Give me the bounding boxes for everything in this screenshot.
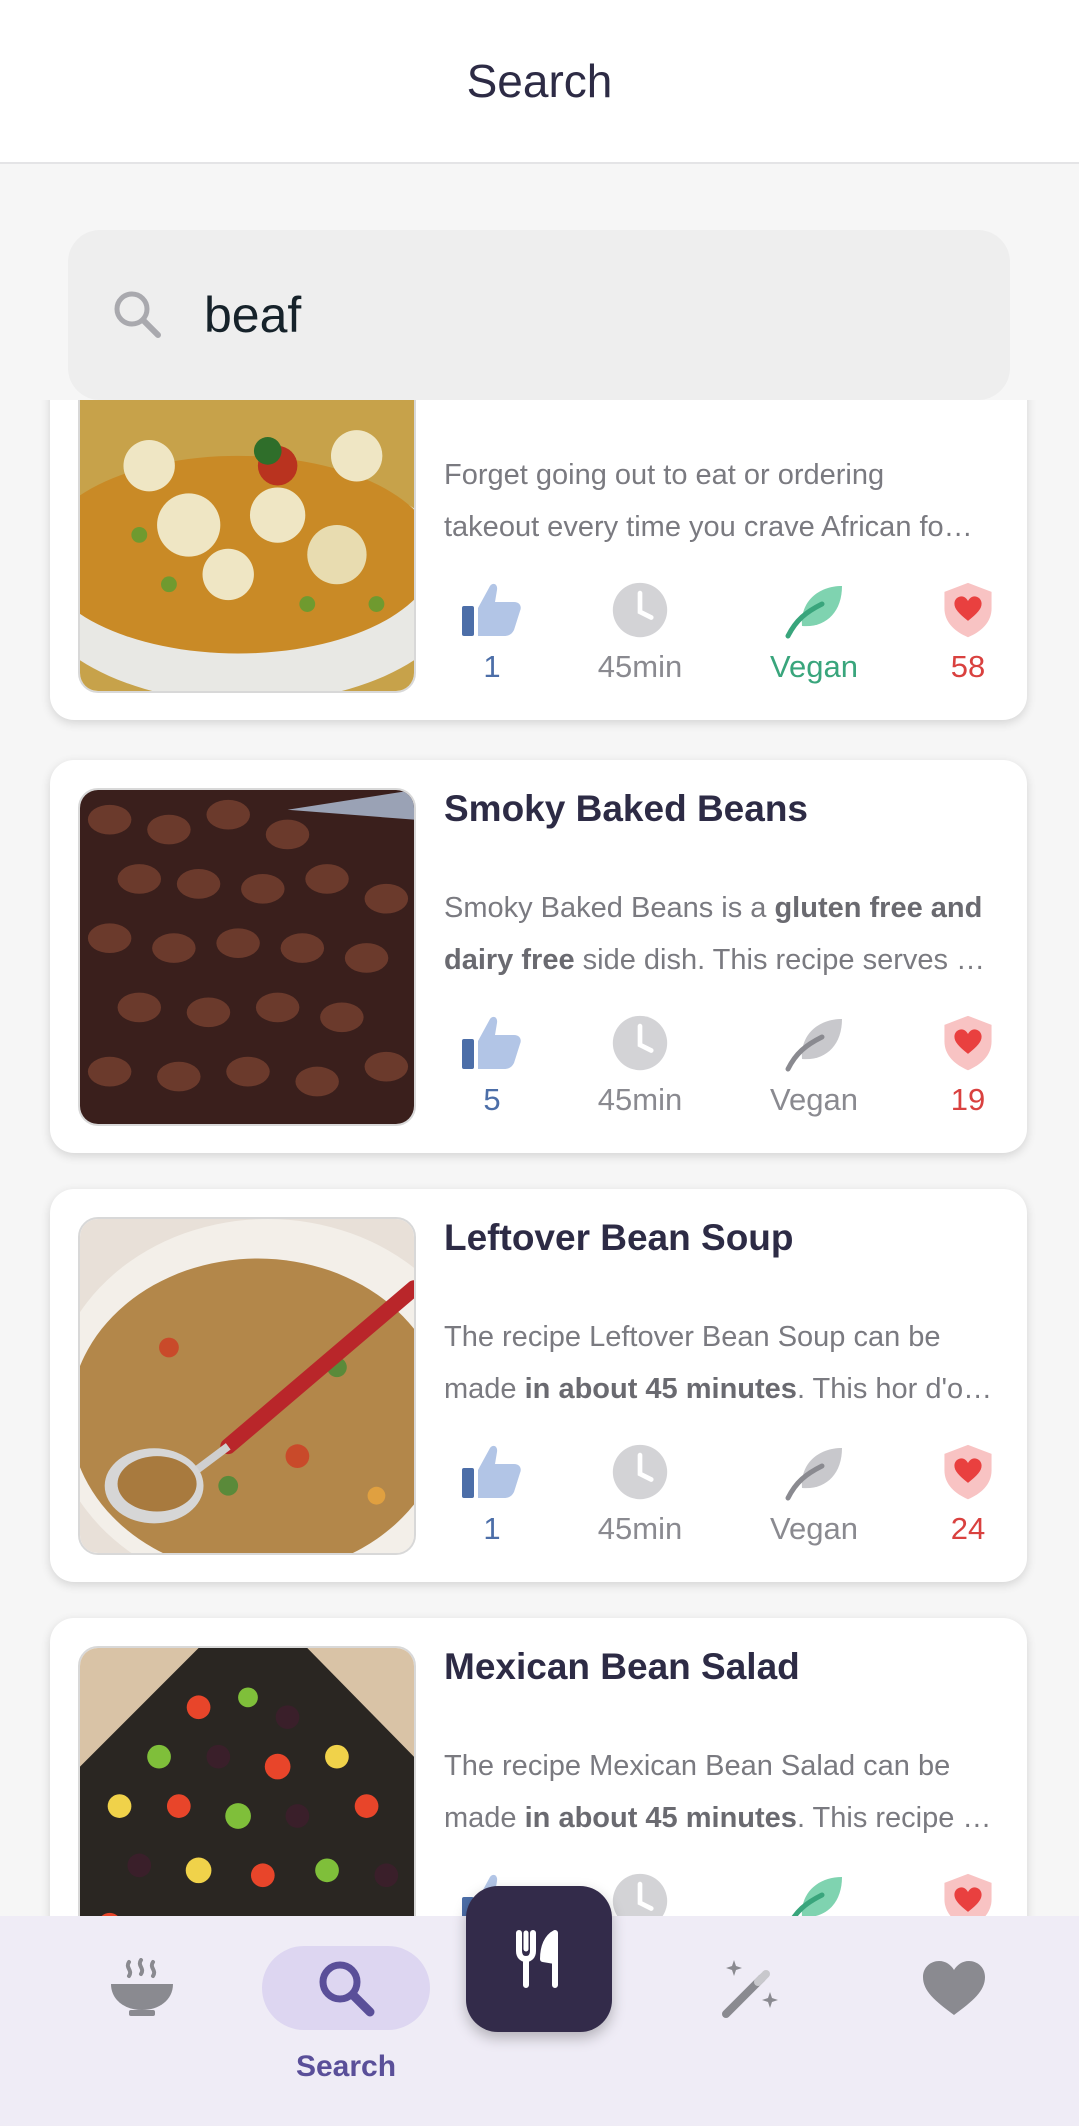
page-title: Search <box>466 55 613 107</box>
clock-icon <box>610 1871 670 1916</box>
recipe-image <box>78 788 416 1126</box>
heart-shield-icon[interactable] <box>939 579 997 641</box>
recipe-card[interactable]: Leftover Bean Soup The recipe Leftover B… <box>50 1189 1027 1582</box>
search-icon <box>319 1961 375 2017</box>
leaf-icon <box>782 578 846 642</box>
recipe-list[interactable]: Forget going out to eat or ordering take… <box>0 400 1079 1916</box>
favorite-stat[interactable] <box>908 1868 1028 1916</box>
recipe-title: Mexican Bean Salad <box>444 1646 800 1687</box>
recipe-image <box>78 1646 416 1916</box>
nav-item-favorites[interactable] <box>870 1916 1038 2126</box>
recipe-title: Leftover Bean Soup <box>444 1217 794 1258</box>
recipe-card[interactable]: Mexican Bean Salad The recipe Mexican Be… <box>50 1618 1027 1916</box>
nav-item-home[interactable] <box>58 1916 226 2126</box>
recipe-image <box>78 400 416 693</box>
recipe-card[interactable]: Forget going out to eat or ordering take… <box>50 400 1027 720</box>
likes-stat: 1 <box>432 577 552 685</box>
leaf-icon <box>782 1869 846 1916</box>
nav-search-label: Search <box>295 2050 397 2083</box>
recipe-description: The recipe Mexican Bean Salad can be mad… <box>444 1750 992 1834</box>
likes-stat: 1 <box>432 1439 552 1547</box>
recipes-fab-button[interactable] <box>466 1886 612 2032</box>
vegan-stat <box>754 1868 874 1916</box>
time-stat: 45min <box>580 1010 700 1118</box>
time-stat: 45min <box>580 1439 700 1547</box>
heart-shield-icon[interactable] <box>939 1012 997 1074</box>
clock-icon <box>610 580 670 640</box>
top-app-bar: Search <box>0 0 1079 164</box>
magic-wand-icon <box>722 1960 778 2018</box>
search-icon <box>114 291 161 338</box>
thumbs-up-icon <box>460 1011 524 1075</box>
search-input[interactable]: beaf <box>204 286 301 344</box>
favorite-stat[interactable]: 19 <box>908 1010 1028 1118</box>
recipe-title: Smoky Baked Beans <box>444 788 809 829</box>
leaf-icon <box>782 1011 846 1075</box>
favorite-stat[interactable]: 58 <box>908 577 1028 685</box>
recipe-description: Smoky Baked Beans is a gluten free and d… <box>444 892 986 976</box>
thumbs-up-icon <box>460 578 524 642</box>
recipe-image <box>78 1217 416 1555</box>
vegan-stat: Vegan <box>754 1010 874 1118</box>
search-bar[interactable]: beaf <box>68 230 1010 400</box>
leaf-icon <box>782 1440 846 1504</box>
heart-shield-icon[interactable] <box>939 1441 997 1503</box>
time-stat: 45min <box>580 577 700 685</box>
clock-icon <box>610 1013 670 1073</box>
heart-icon <box>923 1961 985 2015</box>
thumbs-up-icon <box>460 1440 524 1504</box>
fork-knife-icon <box>516 1930 558 1988</box>
nav-item-search[interactable]: Search <box>262 1916 430 2126</box>
bowl-icon <box>111 1958 173 2016</box>
clock-icon <box>610 1442 670 1502</box>
favorite-stat[interactable]: 24 <box>908 1439 1028 1547</box>
heart-shield-icon[interactable] <box>939 1870 997 1916</box>
recipe-description: The recipe Leftover Bean Soup can be mad… <box>444 1321 993 1405</box>
vegan-stat: Vegan <box>754 1439 874 1547</box>
recipe-description: Forget going out to eat or ordering take… <box>444 459 973 543</box>
recipe-card[interactable]: Smoky Baked Beans Smoky Baked Beans is a… <box>50 760 1027 1153</box>
vegan-stat: Vegan <box>754 577 874 685</box>
nav-item-magic[interactable] <box>666 1916 834 2126</box>
likes-stat: 5 <box>432 1010 552 1118</box>
